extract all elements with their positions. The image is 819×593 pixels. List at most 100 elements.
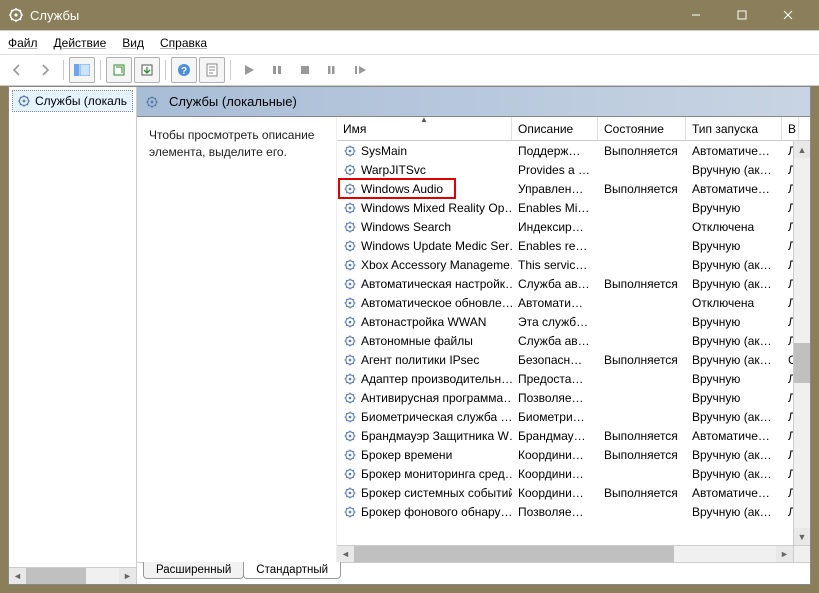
gear-icon (343, 429, 357, 443)
cell-state: Выполняется (598, 486, 686, 500)
col-name[interactable]: Имя ▲ (337, 117, 512, 140)
gear-icon (343, 505, 357, 519)
cell-name: Автонастройка WWAN (337, 315, 512, 329)
pane-header: Службы (локальные) (137, 87, 810, 117)
scroll-left-arrow[interactable]: ◄ (337, 546, 354, 562)
service-row[interactable]: Биометрическая служба …Биометри…Вручную … (337, 407, 810, 426)
service-row[interactable]: Агент политики IPsecБезопасн…Выполняется… (337, 350, 810, 369)
cell-name: WarpJITSvc (337, 163, 512, 177)
scroll-right-arrow[interactable]: ► (776, 546, 793, 562)
tree-root-services[interactable]: Службы (локаль (12, 90, 133, 112)
tree-pane: Службы (локаль ◄ ► (9, 87, 137, 584)
cell-name: Автономные файлы (337, 334, 512, 348)
cell-startup: Вручную (686, 391, 782, 405)
list-body[interactable]: SysMainПоддерж…ВыполняетсяАвтоматиче…ЛWa… (337, 141, 810, 562)
cell-desc: Позволяе… (512, 505, 598, 519)
nav-back-button[interactable] (4, 57, 30, 83)
svg-text:?: ? (181, 66, 187, 77)
window-title: Службы (30, 8, 673, 23)
cell-desc: Координи… (512, 467, 598, 481)
scroll-thumb[interactable] (354, 546, 674, 562)
service-row[interactable]: Брокер времениКоордини…ВыполняетсяВручну… (337, 445, 810, 464)
cell-desc: Предоста… (512, 372, 598, 386)
refresh-button[interactable] (106, 57, 132, 83)
col-logon[interactable]: В (782, 117, 799, 140)
cell-name: Брокер времени (337, 448, 512, 462)
scroll-down-arrow[interactable]: ▼ (794, 528, 810, 545)
service-row[interactable]: Windows Mixed Reality Op…Enables Mi…Вруч… (337, 198, 810, 217)
cell-desc: Эта служб… (512, 315, 598, 329)
service-row[interactable]: Автоматическая настройк…Служба ав…Выполн… (337, 274, 810, 293)
service-row[interactable]: Автонастройка WWANЭта служб…ВручнуюЛ (337, 312, 810, 331)
show-hide-tree-button[interactable] (69, 57, 95, 83)
tab-standard[interactable]: Стандартный (243, 562, 341, 579)
start-service-button[interactable] (236, 57, 262, 83)
vertical-scrollbar[interactable]: ▲ ▼ (793, 141, 810, 545)
service-row[interactable]: WarpJITSvcProvides a …Вручную (ак…Л (337, 160, 810, 179)
service-row[interactable]: Брокер мониторинга сред…Координи…Вручную… (337, 464, 810, 483)
col-state[interactable]: Состояние (598, 117, 686, 140)
cell-startup: Отключена (686, 296, 782, 310)
menu-view[interactable]: Вид (120, 34, 146, 52)
service-row[interactable]: Адаптер производительн…Предоста…ВручнуюЛ (337, 369, 810, 388)
cell-desc: Брандмау… (512, 429, 598, 443)
service-row[interactable]: Windows AudioУправлен…ВыполняетсяАвтомат… (337, 179, 810, 198)
scroll-right-arrow[interactable]: ► (119, 568, 136, 584)
scroll-left-arrow[interactable]: ◄ (9, 568, 26, 584)
cell-startup: Вручную (ак… (686, 505, 782, 519)
scroll-corner (793, 545, 810, 562)
cell-startup: Вручную (686, 239, 782, 253)
service-row[interactable]: Брокер фонового обнару…Позволяе…Вручную … (337, 502, 810, 521)
pause-service-button[interactable] (264, 57, 290, 83)
close-button[interactable] (765, 0, 811, 30)
cell-state: Выполняется (598, 429, 686, 443)
cell-desc: Управлен… (512, 182, 598, 196)
gear-icon (343, 144, 357, 158)
service-row[interactable]: SysMainПоддерж…ВыполняетсяАвтоматиче…Л (337, 141, 810, 160)
tree-root-label: Службы (локаль (35, 94, 127, 108)
service-row[interactable]: Автономные файлыСлужба ав…Вручную (ак…Л (337, 331, 810, 350)
service-row[interactable]: Антивирусная программа…Позволяе…ВручнуюЛ (337, 388, 810, 407)
cell-startup: Вручную (ак… (686, 334, 782, 348)
service-name-text: Windows Update Medic Ser… (361, 239, 512, 253)
cell-state: Выполняется (598, 448, 686, 462)
service-row[interactable]: Брандмауэр Защитника W…Брандмау…Выполняе… (337, 426, 810, 445)
service-row[interactable]: Windows Update Medic Ser…Enables re…Вруч… (337, 236, 810, 255)
menu-file[interactable]: Файл (6, 34, 40, 52)
tab-extended[interactable]: Расширенный (143, 562, 244, 579)
cell-desc: Биометри… (512, 410, 598, 424)
cell-name: Windows Mixed Reality Op… (337, 201, 512, 215)
titlebar[interactable]: Службы (0, 0, 819, 30)
horizontal-scrollbar[interactable]: ◄ ► (337, 545, 793, 562)
minimize-button[interactable] (673, 0, 719, 30)
service-row[interactable]: Автоматическое обновле…Автомати…Отключен… (337, 293, 810, 312)
export-list-button[interactable] (134, 57, 160, 83)
gear-icon (343, 372, 357, 386)
service-row[interactable]: Брокер системных событийКоордини…Выполня… (337, 483, 810, 502)
restart-pause-button[interactable] (320, 57, 346, 83)
restart-service-button[interactable] (348, 57, 374, 83)
left-hscrollbar[interactable]: ◄ ► (9, 567, 136, 584)
cell-name: Автоматическая настройк… (337, 277, 512, 291)
scroll-thumb[interactable] (794, 343, 810, 383)
gear-icon (343, 182, 357, 196)
nav-forward-button[interactable] (32, 57, 58, 83)
col-startup[interactable]: Тип запуска (686, 117, 782, 140)
service-row[interactable]: Xbox Accessory Manageme…This servic…Вруч… (337, 255, 810, 274)
gear-icon (343, 353, 357, 367)
col-desc[interactable]: Описание (512, 117, 598, 140)
properties-button[interactable] (199, 57, 225, 83)
menu-help[interactable]: Справка (158, 34, 209, 52)
menu-action[interactable]: Действие (52, 34, 109, 52)
info-panel: Чтобы просмотреть описание элемента, выд… (137, 117, 337, 562)
cell-startup: Вручную (686, 315, 782, 329)
scroll-thumb[interactable] (26, 568, 86, 584)
pane-body: Чтобы просмотреть описание элемента, выд… (137, 117, 810, 562)
scroll-up-arrow[interactable]: ▲ (794, 141, 810, 158)
help-button[interactable]: ? (171, 57, 197, 83)
gear-icon (17, 94, 31, 108)
stop-service-button[interactable] (292, 57, 318, 83)
maximize-button[interactable] (719, 0, 765, 30)
service-row[interactable]: Windows SearchИндексир…ОтключенаЛ (337, 217, 810, 236)
gear-icon (343, 277, 357, 291)
